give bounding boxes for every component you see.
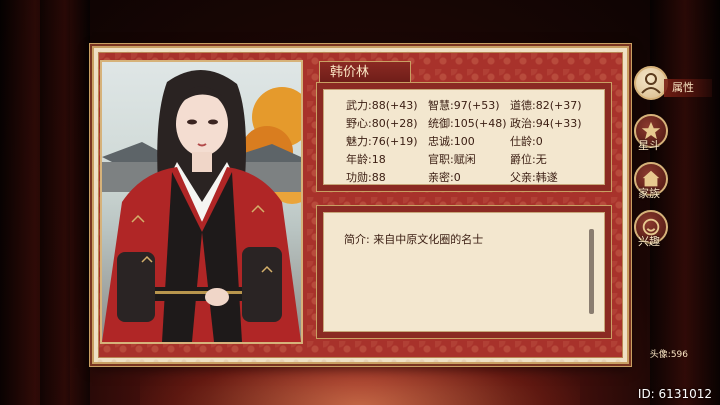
- stat-intimacy: 亲密:0: [428, 171, 461, 184]
- side-button-stars-label: 星斗: [638, 139, 660, 152]
- stat-ambition: 野心:80(+28): [346, 117, 418, 130]
- stat-wisdom: 智慧:97(+53): [428, 99, 500, 112]
- stat-office: 官职:赋闲: [428, 153, 476, 166]
- stats-box: 武力:88(+43) 智慧:97(+53) 道德:82(+37) 野心:80(+…: [316, 82, 612, 192]
- intro-text: 简介: 来自中原文化圈的名士: [344, 233, 484, 246]
- stat-charm: 魅力:76(+19): [346, 135, 418, 148]
- stat-rank: 爵位:无: [510, 153, 547, 166]
- stat-politics: 政治:94(+33): [510, 117, 582, 130]
- side-button-interest-label: 兴趣: [638, 235, 660, 248]
- character-name: 韩价林: [330, 65, 370, 80]
- stat-age: 年龄:18: [346, 153, 386, 166]
- stat-command: 统御:105(+48): [428, 117, 507, 130]
- bg-pillar-left-inner: [40, 0, 90, 405]
- stats-inner: 武力:88(+43) 智慧:97(+53) 道德:82(+37) 野心:80(+…: [323, 89, 605, 185]
- side-button-attributes-label: 属性: [664, 79, 712, 97]
- stat-morality: 道德:82(+37): [510, 99, 582, 112]
- stat-loyalty: 忠诚:100: [428, 135, 475, 148]
- stat-service: 仕龄:0: [510, 135, 543, 148]
- character-name-tab: 韩价林: [319, 61, 411, 83]
- avatar-id-label: 头像:596: [649, 350, 688, 360]
- game-id: ID: 6131012: [637, 387, 712, 401]
- character-portrait: [100, 60, 303, 344]
- side-button-attributes[interactable]: [634, 66, 668, 100]
- stat-father: 父亲:韩遂: [510, 171, 558, 184]
- stat-force: 武力:88(+43): [346, 99, 418, 112]
- intro-scrollbar[interactable]: [589, 229, 594, 314]
- stat-merit: 功勋:88: [346, 171, 386, 184]
- intro-inner[interactable]: 简介: 来自中原文化圈的名士: [323, 212, 605, 332]
- side-button-family-label: 家族: [638, 187, 660, 200]
- person-icon: [641, 73, 661, 94]
- bg-pillar-right: [650, 0, 720, 405]
- intro-box: 简介: 来自中原文化圈的名士: [316, 205, 612, 339]
